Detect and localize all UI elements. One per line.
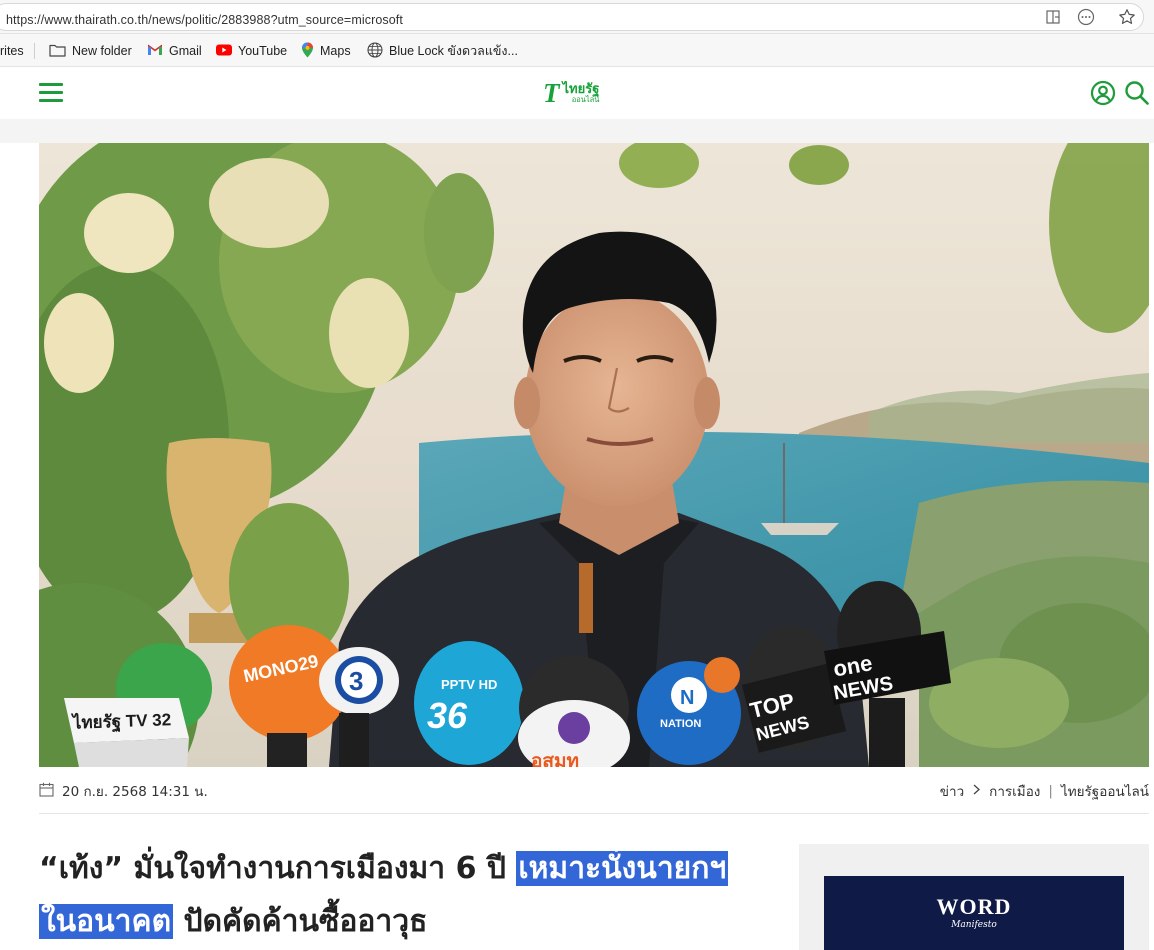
- breadcrumb: ข่าว การเมือง | ไทยรัฐออนไลน์: [940, 780, 1149, 802]
- svg-text:36: 36: [427, 695, 468, 736]
- sidebar-ad-banner[interactable]: WORD Manifesto: [824, 876, 1124, 950]
- selected-text: ในอนาคต: [39, 904, 174, 939]
- folder-icon: [49, 43, 66, 60]
- logo-mark: T: [543, 77, 560, 108]
- breadcrumb-news[interactable]: ข่าว: [940, 780, 964, 802]
- selected-text: เหมาะนั่งนายกฯ: [516, 851, 729, 886]
- header-spacer: [0, 119, 1154, 143]
- bookmark-separator: [34, 43, 35, 59]
- breadcrumb-politics[interactable]: การเมือง: [989, 780, 1040, 802]
- youtube-icon: [216, 44, 232, 59]
- search-icon[interactable]: [1124, 80, 1150, 106]
- bookmark-new-folder[interactable]: New folder: [49, 42, 132, 60]
- svg-text:PPTV HD: PPTV HD: [441, 677, 497, 692]
- article-headline: “เท้ง” มั่นใจทำงานการเมืองมา 6 ปี เหมาะน…: [39, 851, 729, 939]
- svg-text:3: 3: [349, 666, 363, 696]
- bookmarks-bar: rites New folder Gmail YouTube Maps Blue…: [0, 34, 1154, 67]
- bookmark-youtube[interactable]: YouTube: [216, 42, 287, 60]
- chevron-right-icon: [972, 783, 981, 799]
- bookmark-maps[interactable]: Maps: [301, 42, 351, 60]
- gmail-icon: [147, 44, 163, 59]
- logo-title: ไทยรัฐ: [562, 81, 600, 97]
- url-field[interactable]: https://www.thairath.co.th/news/politic/…: [0, 3, 1144, 31]
- calendar-icon: [39, 782, 54, 801]
- svg-text:N: N: [680, 687, 694, 709]
- svg-text:NATION: NATION: [660, 718, 701, 730]
- svg-text:อสมท: อสมท: [531, 751, 579, 767]
- article-hero-image[interactable]: ไทยรัฐ TV 32 MONO29 3 PPTV HD 36 อสมท N …: [39, 143, 1149, 767]
- meta-divider: [39, 813, 1149, 814]
- logo-subtitle: ออนไลน์: [571, 94, 600, 104]
- article-source[interactable]: ไทยรัฐออนไลน์: [1061, 780, 1149, 802]
- globe-icon: [367, 41, 383, 61]
- split-screen-icon[interactable]: [1043, 7, 1063, 27]
- user-account-icon[interactable]: [1090, 80, 1116, 106]
- bookmark-gmail[interactable]: Gmail: [147, 42, 202, 60]
- url-text[interactable]: https://www.thairath.co.th/news/politic/…: [6, 13, 403, 27]
- maps-icon: [301, 42, 314, 61]
- bookmark-blue-lock[interactable]: Blue Lock ขังดวลแข้ง...: [367, 41, 518, 61]
- browser-address-bar: https://www.thairath.co.th/news/politic/…: [0, 0, 1154, 34]
- menu-hamburger-icon[interactable]: [39, 83, 63, 103]
- site-header: T ไทยรัฐ ออนไลน์: [0, 67, 1154, 119]
- ad-title: WORD: [936, 894, 1012, 919]
- site-logo[interactable]: T ไทยรัฐ ออนไลน์: [543, 79, 599, 107]
- ad-subtitle: Manifesto: [951, 920, 997, 930]
- favorites-label[interactable]: rites: [0, 42, 24, 60]
- article-meta-row: 20 ก.ย. 2568 14:31 น. ข่าว การเมือง | ไท…: [39, 778, 1149, 802]
- more-options-icon[interactable]: [1076, 7, 1096, 27]
- favorite-star-icon[interactable]: [1117, 7, 1137, 27]
- article-date: 20 ก.ย. 2568 14:31 น.: [39, 780, 208, 802]
- breadcrumb-separator: |: [1048, 783, 1053, 799]
